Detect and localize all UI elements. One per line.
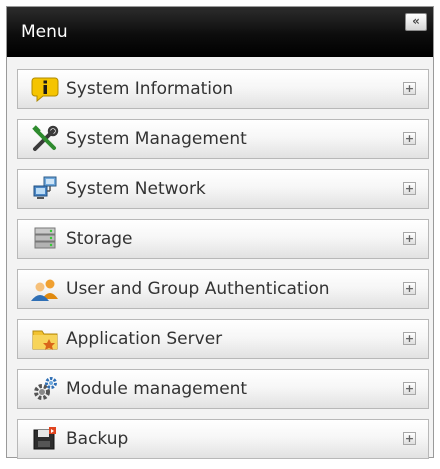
menu-item-user-group-authentication[interactable]: User and Group Authentication + (17, 269, 429, 309)
gears-icon (28, 374, 62, 404)
expand-icon[interactable]: + (403, 132, 416, 145)
menu-item-application-server[interactable]: Application Server + (17, 319, 429, 359)
folder-icon (28, 324, 62, 354)
expand-icon[interactable]: + (403, 182, 416, 195)
menu-panel: Menu « System Information + System Manag… (6, 6, 434, 459)
menu-item-system-network[interactable]: System Network + (17, 169, 429, 209)
menu-list: System Information + System Management + (17, 69, 429, 469)
menu-item-storage[interactable]: Storage + (17, 219, 429, 259)
collapse-button[interactable]: « (405, 13, 427, 31)
menu-item-label: System Information (66, 79, 234, 99)
expand-icon[interactable]: + (403, 382, 416, 395)
network-icon (28, 174, 62, 204)
info-icon (28, 74, 62, 104)
menu-title: Menu (21, 22, 68, 42)
menu-header: Menu « (7, 7, 433, 57)
menu-item-label: Storage (66, 229, 133, 249)
tools-icon (28, 124, 62, 154)
menu-item-label: Application Server (66, 329, 223, 349)
expand-icon[interactable]: + (403, 82, 416, 95)
menu-item-label: System Network (66, 179, 206, 199)
menu-item-backup[interactable]: Backup + (17, 419, 429, 459)
menu-item-system-management[interactable]: System Management + (17, 119, 429, 159)
users-icon (28, 274, 62, 304)
menu-item-module-management[interactable]: Module management + (17, 369, 429, 409)
expand-icon[interactable]: + (403, 232, 416, 245)
expand-icon[interactable]: + (403, 332, 416, 345)
menu-item-label: Module management (66, 379, 248, 399)
backup-icon (28, 424, 62, 454)
storage-icon (28, 224, 62, 254)
menu-item-label: System Management (66, 129, 247, 149)
expand-icon[interactable]: + (403, 282, 416, 295)
menu-item-system-information[interactable]: System Information + (17, 69, 429, 109)
expand-icon[interactable]: + (403, 432, 416, 445)
menu-item-label: Backup (66, 429, 129, 449)
menu-item-label: User and Group Authentication (66, 279, 330, 299)
